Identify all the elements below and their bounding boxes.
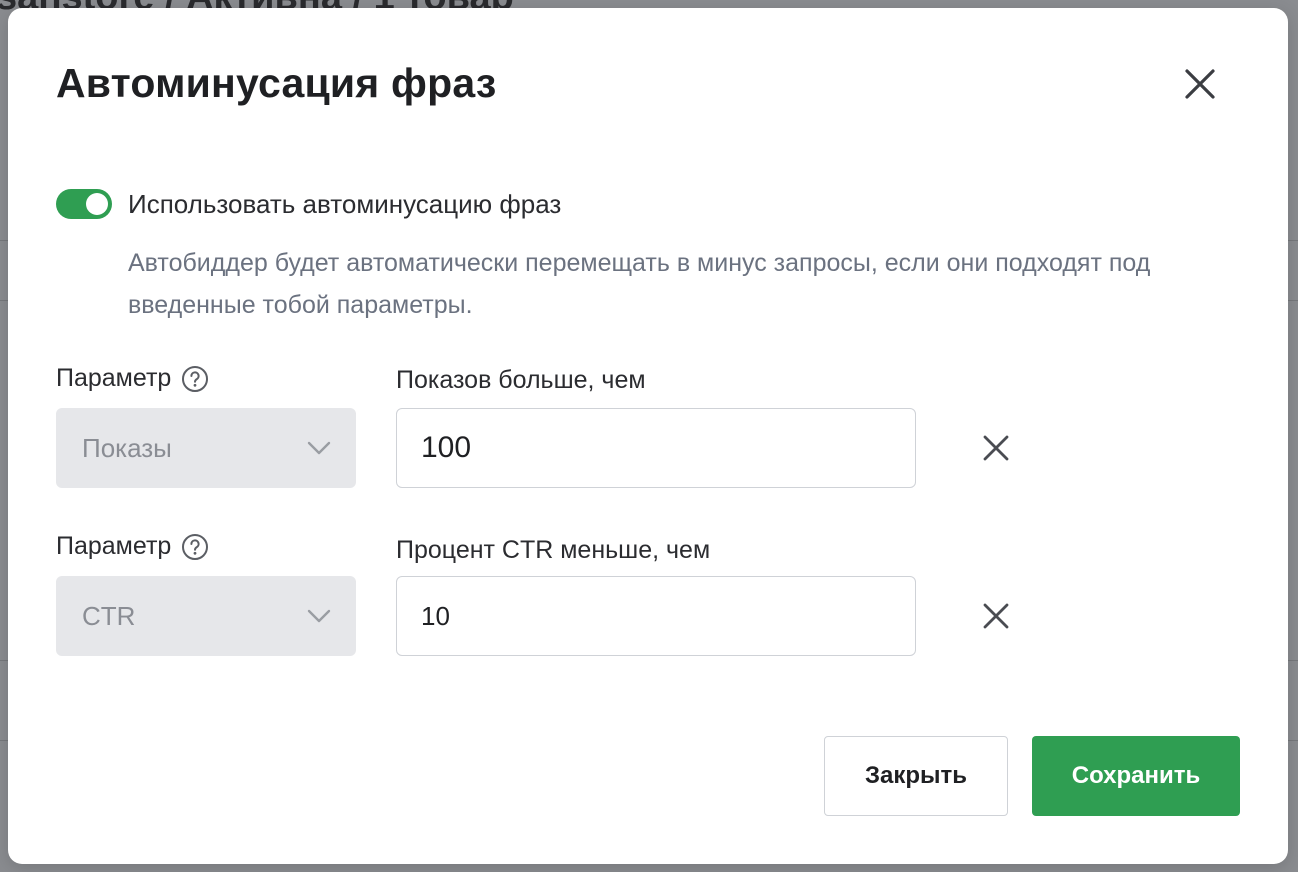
remove-condition-button[interactable] [974, 594, 1018, 638]
remove-icon [983, 435, 1009, 461]
auto-minus-modal: Автоминусация фраз Использовать автомину… [8, 8, 1288, 864]
value-label: Процент CTR меньше, чем [396, 536, 711, 564]
remove-condition-button[interactable] [974, 426, 1018, 470]
chevron-down-icon [307, 441, 331, 455]
toggle-knob [86, 193, 108, 215]
close-icon [1185, 69, 1215, 99]
parameter-label-text: Параметр [56, 532, 172, 560]
value-label: Показов больше, чем [396, 366, 646, 394]
impressions-threshold-input[interactable] [421, 431, 915, 465]
toggle-description: Автобиддер будет автоматически перемещат… [128, 249, 1151, 319]
help-icon[interactable] [181, 365, 209, 393]
parameter-select[interactable]: CTR [56, 576, 356, 656]
ctr-threshold-field[interactable] [396, 576, 916, 656]
modal-close-button[interactable] [1176, 60, 1224, 108]
impressions-threshold-field[interactable] [396, 408, 916, 488]
ctr-threshold-input[interactable] [421, 600, 915, 632]
parameter-select-value: CTR [82, 600, 136, 631]
auto-minus-toggle-row: Использовать автоминусацию фраз [56, 188, 561, 220]
save-button[interactable]: Сохранить [1032, 736, 1240, 816]
close-button[interactable]: Закрыть [824, 736, 1008, 816]
auto-minus-toggle[interactable] [56, 189, 112, 219]
help-icon[interactable] [181, 533, 209, 561]
parameter-label: Параметр [56, 364, 209, 393]
remove-icon [983, 603, 1009, 629]
parameter-label-text: Параметр [56, 364, 172, 392]
modal-title: Автоминусация фраз [56, 60, 497, 106]
parameter-label: Параметр [56, 532, 209, 561]
chevron-down-icon [307, 609, 331, 623]
parameter-select[interactable]: Показы [56, 408, 356, 488]
parameter-select-value: Показы [82, 432, 172, 463]
toggle-label: Использовать автоминусацию фраз [128, 188, 562, 219]
